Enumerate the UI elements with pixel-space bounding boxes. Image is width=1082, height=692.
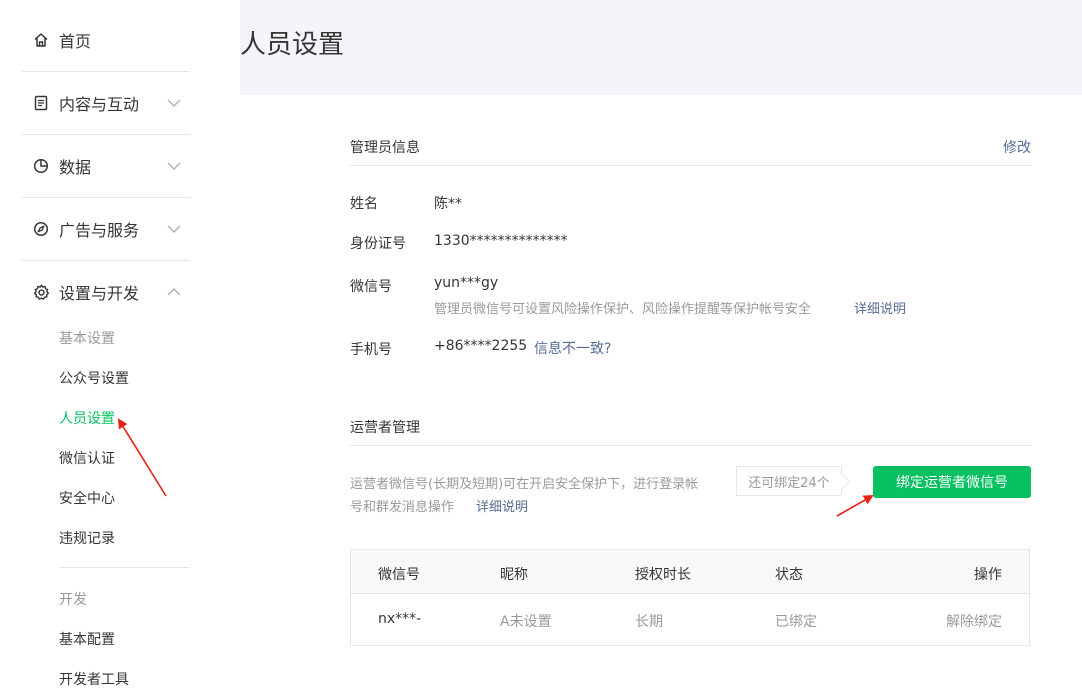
id-value: 1330************** xyxy=(434,233,568,249)
wechat-value: yun***gy xyxy=(434,275,499,291)
wechat-label: 微信号 xyxy=(350,279,392,295)
column-header: 状态 xyxy=(775,567,803,583)
sidebar-group-dev: 开发 xyxy=(59,592,87,608)
sidebar-group-basic: 基本设置 xyxy=(59,331,115,347)
id-label: 身份证号 xyxy=(350,236,406,252)
wechat-hint: 管理员微信号可设置风险操作保护、风险操作提醒等保护帐号安全 xyxy=(434,302,812,317)
sidebar-item-basic-config[interactable]: 基本配置 xyxy=(59,629,115,649)
remaining-count-tooltip: 还可绑定24个 xyxy=(736,466,842,496)
gear-icon xyxy=(32,283,50,301)
phone-value: +86****2255 xyxy=(434,338,528,354)
nav-ads[interactable]: 广告与服务 xyxy=(22,198,190,260)
nav-settings[interactable]: 设置与开发 xyxy=(22,261,190,323)
info-mismatch-link[interactable]: 信息不一致? xyxy=(534,338,611,358)
operator-detail-link[interactable]: 详细说明 xyxy=(476,496,528,515)
sidebar-item-violations[interactable]: 违规记录 xyxy=(59,528,115,548)
sidebar-item-staff-settings[interactable]: 人员设置 xyxy=(59,408,115,428)
row-duration: 长期 xyxy=(635,614,663,630)
nav-content[interactable]: 内容与互动 xyxy=(22,72,190,134)
operator-section-title: 运营者管理 xyxy=(350,420,420,436)
page-title: 人员设置 xyxy=(240,30,345,60)
operator-desc-line1: 运营者微信号(长期及短期)可在开启安全保护下，进行登录帐 xyxy=(350,477,699,492)
sidebar-item-account-settings[interactable]: 公众号设置 xyxy=(59,368,129,388)
name-value: 陈** xyxy=(434,196,462,212)
bind-operator-button[interactable]: 绑定运营者微信号 xyxy=(873,466,1031,498)
row-wechat: nx***- xyxy=(378,611,422,627)
chevron-up-icon xyxy=(167,287,181,296)
wechat-detail-link[interactable]: 详细说明 xyxy=(854,298,906,317)
main-card: 管理员信息 修改 姓名 陈** 身份证号 1330************** … xyxy=(240,95,1082,692)
operator-section-divider xyxy=(350,445,1031,446)
column-header: 操作 xyxy=(974,567,1002,583)
sidebar: 首页 内容与互动 数据 广告与服务 设置与开发 基本设置 公众号设置 人员设置 … xyxy=(0,0,240,692)
nav-content-label: 内容与互动 xyxy=(59,95,140,114)
nav-data-label: 数据 xyxy=(59,158,92,177)
sidebar-item-verification[interactable]: 微信认证 xyxy=(59,448,115,468)
nav-settings-label: 设置与开发 xyxy=(59,284,140,303)
edit-admin-link[interactable]: 修改 xyxy=(1003,137,1031,157)
sidebar-item-dev-tools[interactable]: 开发者工具 xyxy=(59,669,129,689)
sidebar-item-security-center[interactable]: 安全中心 xyxy=(59,488,115,508)
nav-ads-label: 广告与服务 xyxy=(59,221,140,240)
home-icon xyxy=(32,31,50,49)
nav-data[interactable]: 数据 xyxy=(22,135,190,197)
column-header: 昵称 xyxy=(500,567,528,583)
document-icon xyxy=(32,94,50,112)
pie-chart-icon xyxy=(32,157,50,175)
phone-label: 手机号 xyxy=(350,342,392,358)
name-label: 姓名 xyxy=(350,196,378,212)
chevron-down-icon xyxy=(167,99,181,108)
admin-section-title: 管理员信息 xyxy=(350,140,420,156)
admin-section-divider xyxy=(350,165,1031,166)
row-status: 已绑定 xyxy=(775,614,817,630)
unbind-link[interactable]: 解除绑定 xyxy=(946,611,1002,631)
operator-desc-line2: 号和群发消息操作 xyxy=(350,500,455,515)
nav-home[interactable]: 首页 xyxy=(22,9,190,71)
chevron-down-icon xyxy=(167,162,181,171)
sidebar-divider xyxy=(59,567,190,568)
compass-icon xyxy=(32,220,50,238)
row-nickname: A未设置 xyxy=(500,614,552,630)
chevron-down-icon xyxy=(167,225,181,234)
nav-home-label: 首页 xyxy=(59,32,92,51)
operator-table: 微信号 昵称 授权时长 状态 操作 nx***- A未设置 长期 已绑定 解除绑… xyxy=(350,549,1030,646)
column-header: 授权时长 xyxy=(635,567,691,583)
column-header: 微信号 xyxy=(378,567,420,583)
